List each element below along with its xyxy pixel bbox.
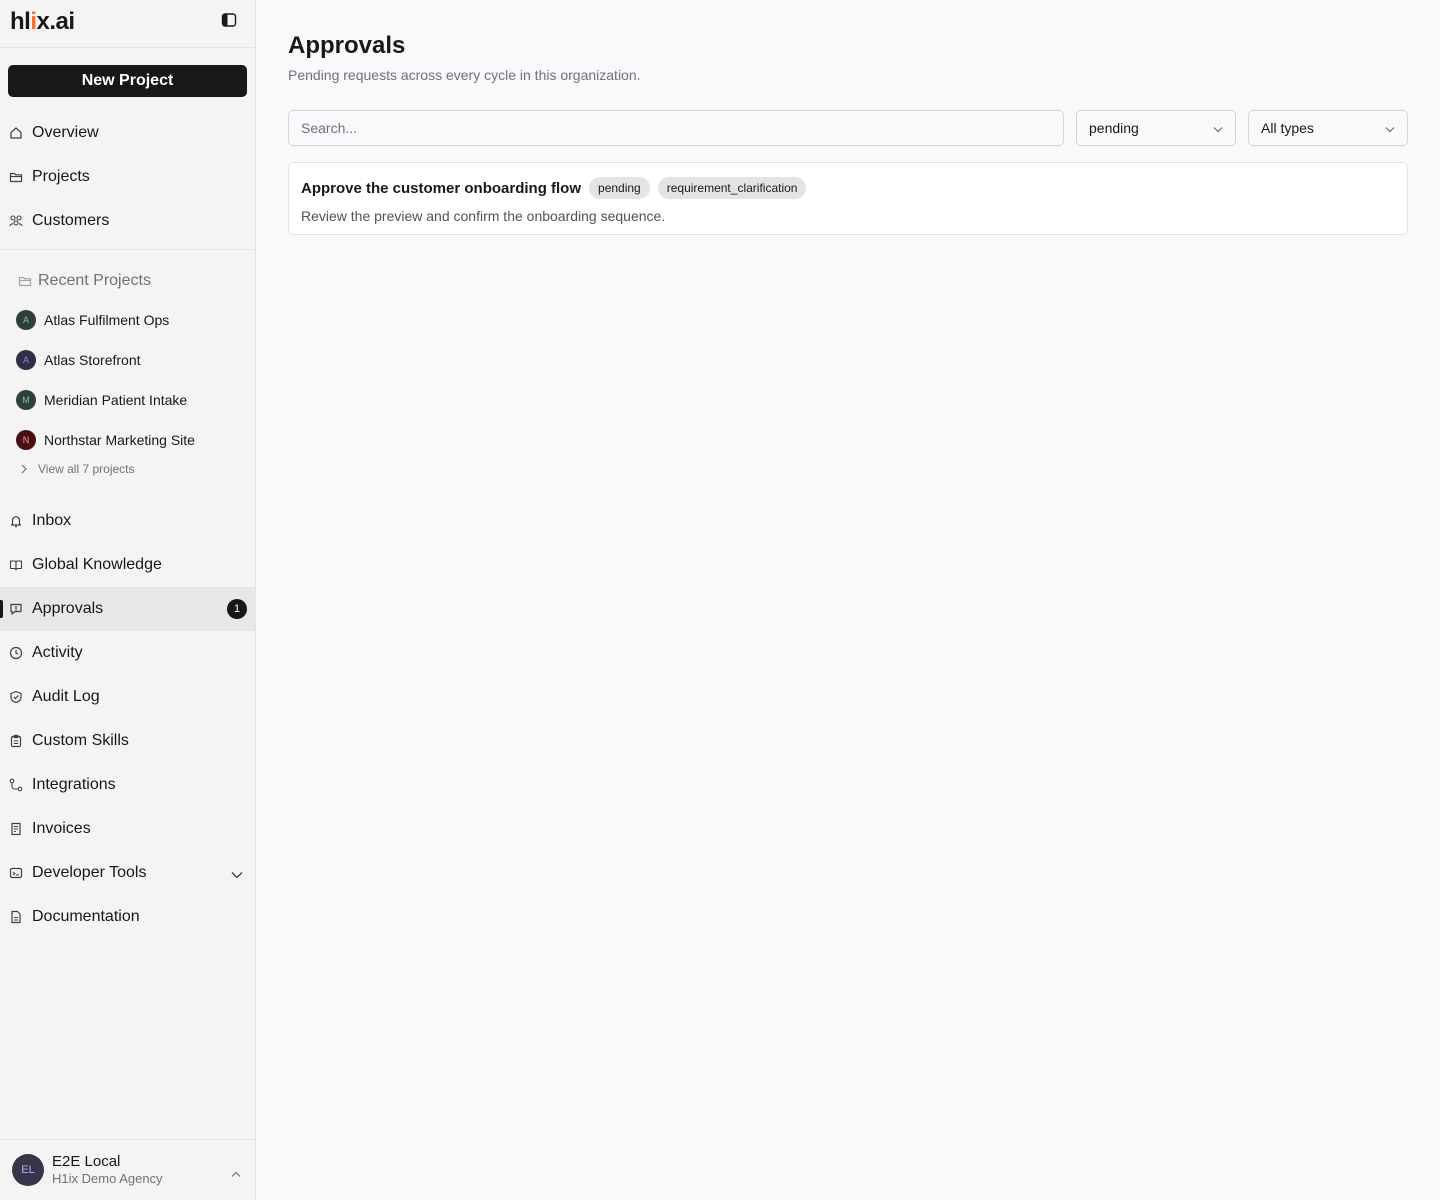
users-icon — [8, 213, 24, 229]
nav-label: Overview — [32, 124, 99, 141]
primary-nav: Overview Projects Customers — [0, 111, 255, 243]
nav-item-custom-skills[interactable]: Custom Skills — [0, 719, 255, 763]
user-info: E2E Local H1ix Demo Agency — [52, 1153, 163, 1187]
clipboard-icon — [8, 733, 24, 749]
approval-icon — [8, 601, 24, 617]
status-badge: pending — [589, 177, 650, 199]
recent-project-item[interactable]: N Northstar Marketing Site — [16, 420, 246, 460]
nav-label: Custom Skills — [32, 732, 129, 749]
nav-item-customers[interactable]: Customers — [0, 199, 255, 243]
type-filter-value: All types — [1261, 120, 1314, 136]
nav-item-approvals[interactable]: Approvals 1 — [0, 587, 255, 631]
nav-label: Approvals — [32, 600, 104, 617]
view-all-projects-link[interactable]: View all 7 projects — [20, 462, 135, 476]
nav-label: Documentation — [32, 908, 140, 925]
sidebar-divider — [0, 249, 255, 250]
type-filter-select[interactable]: All types — [1248, 110, 1408, 146]
sidebar-toggle-icon[interactable] — [221, 12, 237, 33]
bell-icon — [8, 513, 24, 529]
project-avatar: N — [16, 430, 36, 450]
project-avatar: M — [16, 390, 36, 410]
recent-projects-list: A Atlas Fulfilment Ops A Atlas Storefron… — [16, 300, 246, 460]
chevron-right-icon — [20, 464, 28, 474]
status-filter-select[interactable]: pending — [1076, 110, 1236, 146]
sidebar-header: hlix.ai — [0, 0, 255, 44]
search-input[interactable] — [288, 110, 1064, 146]
nav-label: Activity — [32, 644, 83, 661]
nav-label: Customers — [32, 212, 110, 229]
nav-item-audit-log[interactable]: Audit Log — [0, 675, 255, 719]
nav-item-projects[interactable]: Projects — [0, 155, 255, 199]
nav-item-documentation[interactable]: Documentation — [0, 895, 255, 939]
folder-icon — [18, 274, 32, 288]
recent-project-label: Atlas Fulfilment Ops — [44, 312, 170, 328]
nav-item-integrations[interactable]: Integrations — [0, 763, 255, 807]
terminal-icon — [8, 865, 24, 881]
recent-project-item[interactable]: A Atlas Storefront — [16, 340, 246, 380]
home-icon — [8, 125, 24, 141]
approval-card[interactable]: Approve the customer onboarding flow pen… — [288, 162, 1408, 235]
recent-project-label: Meridian Patient Intake — [44, 392, 188, 408]
recent-project-item[interactable]: A Atlas Fulfilment Ops — [16, 300, 246, 340]
chevron-down-icon — [1213, 120, 1223, 136]
user-name: E2E Local — [52, 1153, 121, 1170]
page-title: Approvals — [288, 32, 406, 59]
recent-projects-heading: Recent Projects — [18, 270, 151, 292]
project-avatar: A — [16, 350, 36, 370]
book-icon — [8, 557, 24, 573]
avatar: EL — [12, 1154, 44, 1186]
nav-item-invoices[interactable]: Invoices — [0, 807, 255, 851]
clock-icon — [8, 645, 24, 661]
nav-label: Integrations — [32, 776, 116, 793]
sidebar: hlix.ai New Project Overview Projects Cu… — [0, 0, 256, 1200]
recent-projects-label: Recent Projects — [38, 272, 151, 289]
nav-label: Audit Log — [32, 688, 100, 705]
recent-project-label: Northstar Marketing Site — [44, 432, 195, 448]
user-org: H1ix Demo Agency — [52, 1171, 163, 1186]
document-icon — [8, 909, 24, 925]
folder-icon — [8, 169, 24, 185]
invoice-icon — [8, 821, 24, 837]
chevron-down-icon — [1385, 120, 1395, 136]
type-badge: requirement_clarification — [657, 177, 807, 199]
nav-label: Developer Tools — [32, 864, 147, 881]
nav-label: Inbox — [32, 512, 72, 529]
view-all-label: View all 7 projects — [38, 462, 135, 476]
brand-logo[interactable]: hlix.ai — [10, 8, 75, 36]
nav-label: Invoices — [32, 820, 91, 837]
page-subtitle: Pending requests across every cycle in t… — [288, 67, 641, 83]
approval-card-header: Approve the customer onboarding flow pen… — [301, 177, 1395, 199]
status-filter-value: pending — [1089, 120, 1139, 136]
nav-item-overview[interactable]: Overview — [0, 111, 255, 155]
nav-label: Projects — [32, 168, 90, 185]
user-menu[interactable]: EL E2E Local H1ix Demo Agency — [0, 1139, 255, 1200]
chevron-up-icon — [231, 1165, 241, 1183]
shield-icon — [8, 689, 24, 705]
recent-project-item[interactable]: M Meridian Patient Intake — [16, 380, 246, 420]
nav-item-activity[interactable]: Activity — [0, 631, 255, 675]
secondary-nav: Inbox Global Knowledge Approvals 1 Activ… — [0, 499, 255, 939]
header-divider — [0, 47, 255, 48]
chevron-down-icon[interactable] — [231, 866, 243, 884]
nav-item-developer-tools[interactable]: Developer Tools — [0, 851, 255, 895]
workflow-icon — [8, 777, 24, 793]
approval-title: Approve the customer onboarding flow — [301, 179, 582, 197]
approval-description: Review the preview and confirm the onboa… — [301, 208, 666, 224]
nav-item-global-knowledge[interactable]: Global Knowledge — [0, 543, 255, 587]
new-project-button[interactable]: New Project — [8, 65, 247, 97]
nav-item-inbox[interactable]: Inbox — [0, 499, 255, 543]
approvals-count-badge: 1 — [227, 599, 247, 619]
recent-project-label: Atlas Storefront — [44, 352, 141, 368]
project-avatar: A — [16, 310, 36, 330]
nav-label: Global Knowledge — [32, 556, 162, 573]
